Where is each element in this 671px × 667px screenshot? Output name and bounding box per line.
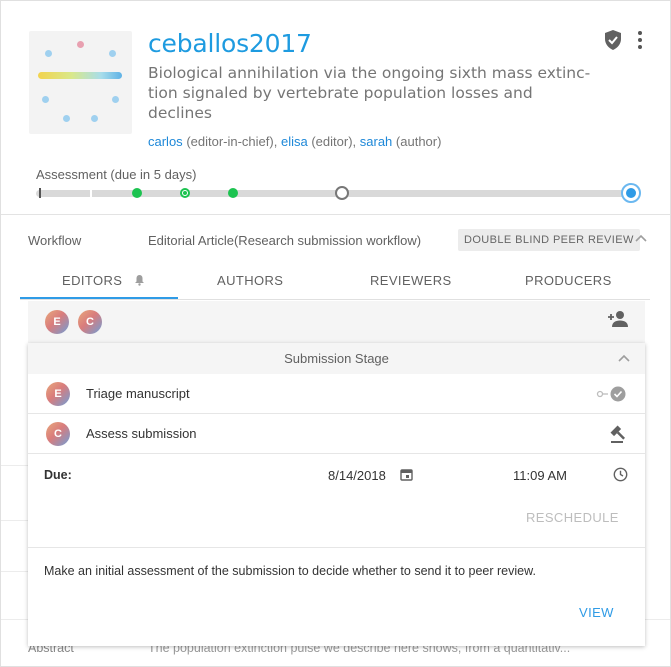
review-type-badge: DOUBLE BLIND PEER REVIEW — [458, 229, 640, 251]
add-person-icon[interactable] — [607, 310, 629, 328]
row-divider — [1, 571, 28, 572]
due-date-field[interactable]: 8/14/2018 — [328, 468, 386, 483]
tab-reviewers[interactable]: REVIEWERS — [370, 273, 452, 288]
timeline-tick — [90, 188, 92, 198]
divider — [1, 214, 670, 215]
article-title[interactable]: ceballos2017 — [148, 29, 312, 58]
due-label: Due: — [44, 468, 72, 482]
key-check-icon[interactable] — [596, 386, 626, 402]
task-description: Make an initial assessment of the submis… — [44, 564, 536, 578]
assessment-timeline — [36, 183, 641, 203]
thumb-dot — [91, 115, 98, 122]
reschedule-button[interactable]: RESCHEDULE — [526, 510, 619, 525]
active-tab-indicator — [20, 297, 178, 299]
timeline-start-tick — [39, 188, 41, 198]
article-card: ceballos2017 Biological annihilation via… — [0, 0, 671, 667]
timeline-current-dot[interactable] — [180, 188, 190, 198]
workflow-name: Editorial Article(Research submission wo… — [148, 233, 422, 248]
timeline-due-dot[interactable] — [621, 183, 641, 203]
contributor-role: (editor-in-chief), — [186, 134, 278, 149]
contributor-role: (author) — [395, 134, 442, 149]
timeline-complete-dot[interactable] — [132, 188, 142, 198]
row-divider — [1, 465, 28, 466]
submission-stage-panel: Submission Stage E Triage manuscript C A… — [28, 343, 645, 646]
thumb-dot — [77, 41, 84, 48]
assessment-label: Assessment (due in 5 days) — [36, 167, 197, 182]
stage-header[interactable]: Submission Stage — [28, 343, 645, 374]
contributor-link[interactable]: carlos — [148, 134, 183, 149]
due-time-field[interactable]: 11:09 AM — [513, 468, 567, 483]
avatar: C — [46, 422, 70, 446]
article-thumbnail — [29, 31, 132, 134]
thumb-bar — [38, 72, 122, 79]
avatar: E — [46, 382, 70, 406]
thumb-dot — [42, 96, 49, 103]
thumb-dot — [109, 50, 116, 57]
workflow-label: Workflow — [28, 233, 82, 248]
chevron-up-icon[interactable] — [635, 232, 647, 244]
gavel-icon[interactable] — [609, 424, 629, 444]
more-vert-icon[interactable] — [633, 29, 647, 51]
timeline-complete-dot[interactable] — [228, 188, 238, 198]
avatar[interactable]: C — [78, 310, 102, 334]
chevron-up-icon[interactable] — [618, 352, 630, 364]
task-label: Assess submission — [86, 426, 197, 441]
view-button[interactable]: VIEW — [579, 605, 614, 620]
contributor-list: carlos (editor-in-chief), elisa (editor)… — [148, 134, 441, 149]
calendar-icon[interactable] — [400, 468, 413, 481]
divider — [28, 547, 645, 548]
tab-producers[interactable]: PRODUCERS — [525, 273, 612, 288]
tab-label: EDITORS — [62, 273, 123, 288]
avatar[interactable]: E — [45, 310, 69, 334]
task-row[interactable]: C Assess submission — [28, 414, 645, 454]
article-subtitle: Biological annihilation via the ongoing … — [148, 64, 591, 122]
bell-icon — [135, 275, 145, 286]
stage-title: Submission Stage — [284, 351, 389, 366]
tab-editors[interactable]: EDITORS — [62, 273, 145, 288]
role-tabs: EDITORS AUTHORS REVIEWERS PRODUCERS — [20, 263, 650, 300]
thumb-dot — [63, 115, 70, 122]
thumb-dot — [45, 50, 52, 57]
task-label: Triage manuscript — [86, 386, 190, 401]
clock-icon[interactable] — [613, 467, 628, 482]
timeline-pending-dot[interactable] — [335, 186, 349, 200]
task-row[interactable]: E Triage manuscript — [28, 374, 645, 414]
shield-icon[interactable] — [602, 29, 624, 51]
thumb-dot — [112, 96, 119, 103]
row-divider — [1, 520, 28, 521]
contributor-link[interactable]: elisa — [281, 134, 308, 149]
tab-authors[interactable]: AUTHORS — [217, 273, 283, 288]
contributor-link[interactable]: sarah — [360, 134, 393, 149]
editors-row: E C — [28, 301, 645, 343]
contributor-role: (editor), — [311, 134, 357, 149]
